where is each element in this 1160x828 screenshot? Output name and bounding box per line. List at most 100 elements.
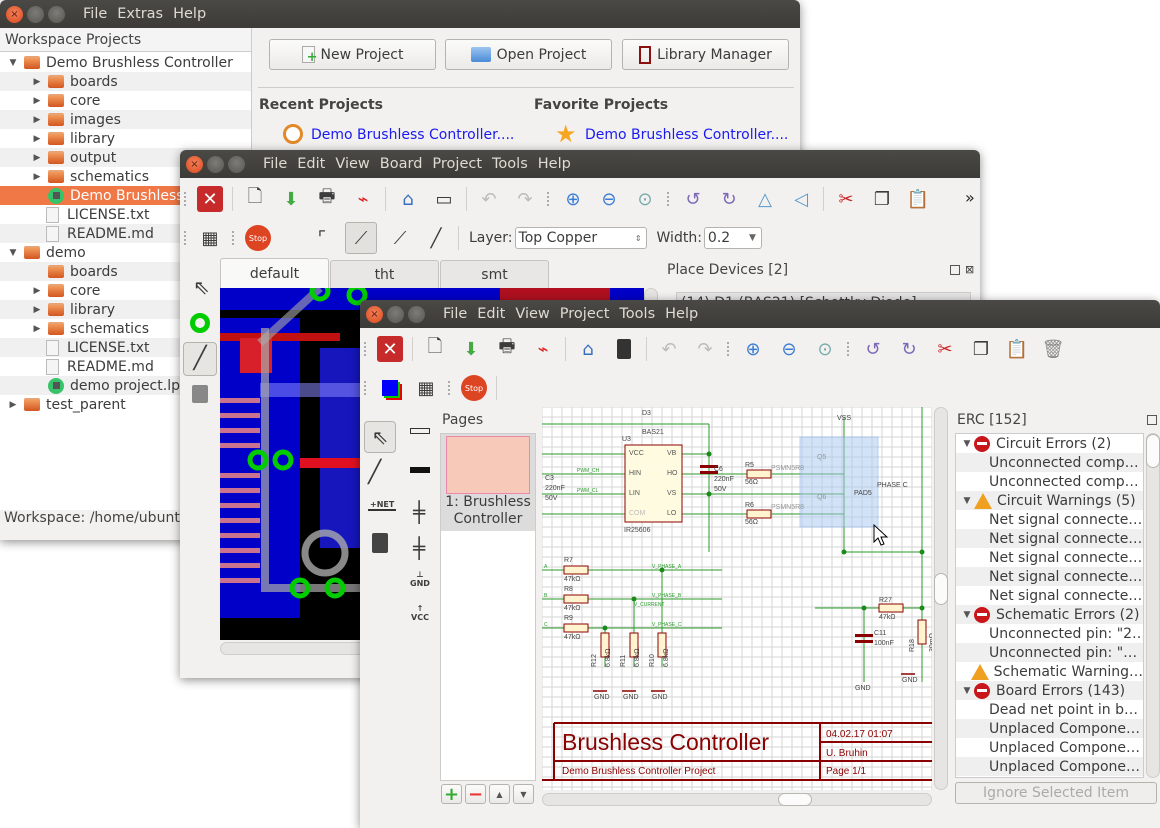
tab-default[interactable]: default [220,258,329,288]
schematic-horizontal-scrollbar[interactable] [542,793,932,806]
tree-item[interactable]: ▶ boards [0,72,251,91]
collapsed-arrow-icon[interactable]: ▶ [6,400,20,410]
redo-icon[interactable]: ↷ [692,336,718,362]
open-project-button[interactable]: Open Project [445,39,612,70]
layers-icon[interactable] [377,375,403,401]
zoom-in-icon[interactable]: ⊕ [740,336,766,362]
menu-project[interactable]: Project [432,156,482,172]
schematic-icon[interactable]: ▭ [431,186,457,212]
maximize-window-button[interactable] [408,305,425,323]
tree-item[interactable]: ▶ core [0,91,251,110]
polarized-capacitor-symbol-icon[interactable]: ╪ [413,536,425,560]
collapsed-arrow-icon[interactable]: ▶ [30,286,44,296]
net-label-tool-icon[interactable]: +NET [368,500,397,511]
trace-tool-icon[interactable]: ╱ [183,342,217,376]
flip-vertical-icon[interactable]: ◁ [788,186,814,212]
close-window-button[interactable]: × [6,5,23,23]
close-project-icon[interactable]: ✕ [377,336,403,362]
width-combobox[interactable]: 0.2 ▼ [703,227,762,249]
menu-view[interactable]: View [515,306,549,322]
grid-icon[interactable]: ▦ [413,375,439,401]
move-page-up-button[interactable]: ▲ [489,784,510,804]
dock-float-icon[interactable] [1147,415,1157,425]
rotate-cw-icon[interactable]: ↻ [716,186,742,212]
collapsed-arrow-icon[interactable]: ▶ [30,115,44,125]
undo-icon[interactable]: ↶ [656,336,682,362]
delete-icon[interactable]: 🗑 [1040,336,1066,362]
zoom-out-icon[interactable]: ⊖ [596,186,622,212]
favorite-project-link[interactable]: Demo Brushless Controller.... [585,127,788,143]
menu-file[interactable]: File [83,6,107,22]
minimize-window-button[interactable] [27,5,44,23]
wire-tool-icon[interactable]: ╱ [368,460,381,485]
erc-message[interactable]: Unconnected pin: "… [956,643,1143,662]
erc-category[interactable]: ▼ Board Errors (143) [956,681,1143,700]
erc-category[interactable]: ▼ Schematic Errors (2) [956,605,1143,624]
erc-category[interactable]: ▼ Circuit Errors (2) [956,434,1143,453]
erc-message[interactable]: Net signal connecte… [956,510,1143,529]
new-icon[interactable]: 🗋 [242,186,268,212]
add-component-icon[interactable] [372,533,388,553]
expanded-arrow-icon[interactable]: ▼ [6,58,20,68]
paste-icon[interactable]: 📋 [1004,336,1030,362]
expanded-arrow-icon[interactable]: ▼ [6,248,20,258]
wire-mode-45-icon[interactable]: ⟋ [345,222,377,254]
print-icon[interactable]: 🖶 [314,186,340,212]
redo-icon[interactable]: ↷ [512,186,538,212]
schematic-canvas[interactable]: D3 BAS21 U3 IR25606 C3 220nF 50V C6 220nF 50V R5 56… [542,407,932,790]
grid-icon[interactable]: ▦ [197,225,223,251]
wire-mode-45b-icon[interactable]: ⟋ [387,225,413,251]
erc-message[interactable]: Unconnected pin: "2… [956,624,1143,643]
collapsed-arrow-icon[interactable]: ▶ [30,172,44,182]
close-window-button[interactable]: × [366,305,383,323]
erc-message[interactable]: Unplaced Compone… [956,738,1143,757]
erc-tree[interactable]: ▼ Circuit Errors (2) Unconnected comp… Unco… [955,433,1144,778]
collapsed-arrow-icon[interactable]: ▶ [30,324,44,334]
tree-item[interactable]: ▶ images [0,110,251,129]
page-item[interactable]: 1: Brushless Controller [441,434,535,531]
new-project-button[interactable]: + New Project [269,39,436,70]
menu-project[interactable]: Project [560,306,610,322]
erc-scrollbar[interactable] [1146,433,1160,778]
menu-file[interactable]: File [263,156,287,172]
collapsed-arrow-icon[interactable]: ▶ [30,77,44,87]
expanded-arrow-icon[interactable]: ▼ [960,610,974,620]
cut-icon[interactable]: ✂ [932,336,958,362]
erc-message[interactable]: Net signal connecte… [956,586,1143,605]
library-manager-button[interactable]: Library Manager [622,39,789,70]
copy-icon[interactable]: ❐ [869,186,895,212]
menu-tools[interactable]: Tools [619,306,655,322]
pdf-icon[interactable]: ⌁ [350,186,376,212]
zoom-out-icon[interactable]: ⊖ [776,336,802,362]
dock-close-icon[interactable]: ⊠ [965,263,974,276]
copy-icon[interactable]: ❐ [968,336,994,362]
move-page-down-button[interactable]: ▼ [513,784,534,804]
close-window-button[interactable]: × [186,155,203,173]
rotate-ccw-icon[interactable]: ↺ [680,186,706,212]
zoom-all-icon[interactable]: ⊙ [812,336,838,362]
collapsed-arrow-icon[interactable]: ▶ [30,134,44,144]
menu-tools[interactable]: Tools [492,156,528,172]
minimize-window-button[interactable] [207,155,224,173]
rotate-cw-icon[interactable]: ↻ [896,336,922,362]
save-icon[interactable]: ⬇ [278,186,304,212]
expanded-arrow-icon[interactable]: ▼ [960,439,974,449]
zoom-all-icon[interactable]: ⊙ [632,186,658,212]
tab-tht[interactable]: tht [330,260,439,288]
erc-message[interactable]: Dead net point in b… [956,700,1143,719]
print-icon[interactable]: 🖶 [494,336,520,362]
add-device-icon[interactable] [192,385,208,403]
erc-message[interactable]: Unplaced Compone… [956,757,1143,776]
erc-message[interactable]: Unconnected comp… [956,453,1143,472]
cut-icon[interactable]: ✂ [833,186,859,212]
layer-select[interactable]: Top Copper ⇕ [514,227,647,249]
dock-float-icon[interactable] [950,265,960,275]
close-project-icon[interactable]: ✕ [197,186,223,212]
menu-view[interactable]: View [335,156,369,172]
stop-icon[interactable]: Stop [461,375,487,401]
zoom-in-icon[interactable]: ⊕ [560,186,586,212]
expanded-arrow-icon[interactable]: ▼ [960,686,974,696]
add-page-button[interactable]: + [441,784,462,805]
expanded-arrow-icon[interactable]: ▼ [960,496,974,506]
menu-edit[interactable]: Edit [297,156,325,172]
